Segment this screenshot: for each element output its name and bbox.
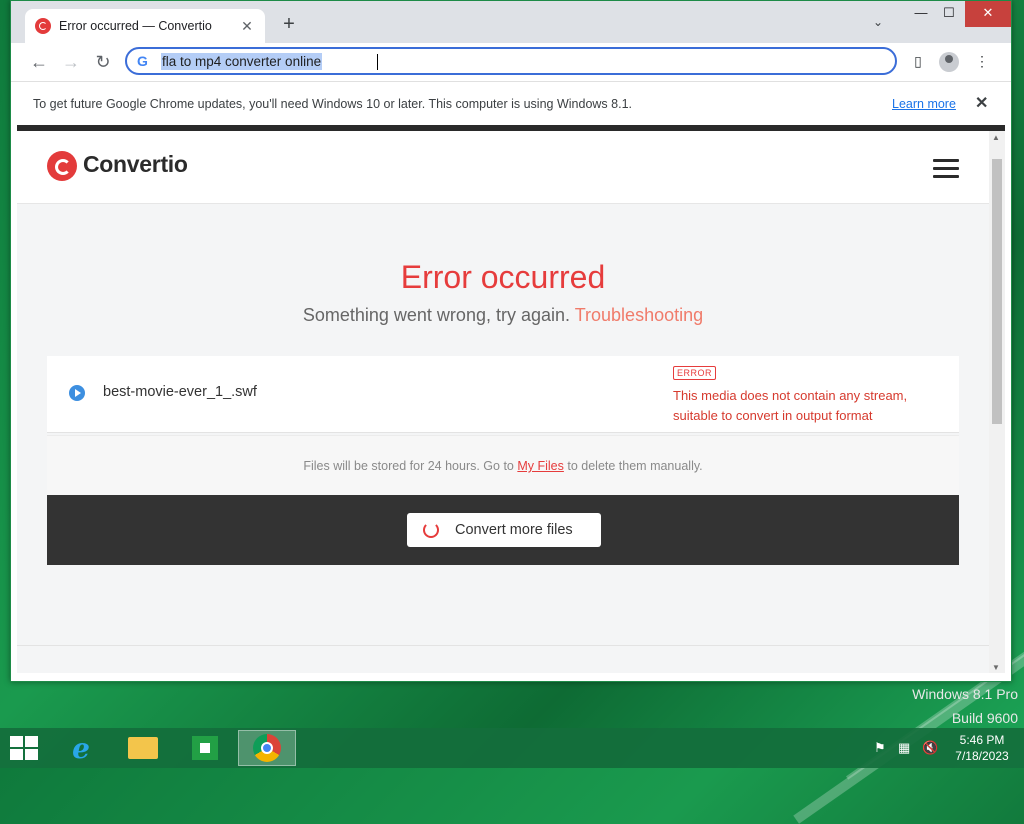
tab-search-chevron-icon[interactable]: ⌄ [873,15,883,29]
system-clock[interactable]: 5:46 PM 7/18/2023 [946,732,1018,764]
convertio-logo-icon[interactable] [47,151,77,181]
storage-note: Files will be stored for 24 hours. Go to… [47,435,959,496]
update-infobar: To get future Google Chrome updates, you… [11,81,1011,126]
error-title: Error occurred [400,259,606,295]
windows-watermark: Windows 8.1 Pro Build 9600 [912,686,1018,726]
tab-active[interactable]: Error occurred — Convertio ✕ [25,9,265,43]
watermark-line1: Windows 8.1 Pro [912,686,1018,702]
file-explorer-icon[interactable] [116,730,170,766]
internet-explorer-icon[interactable]: e [54,730,108,766]
infobar-close-icon[interactable]: ✕ [975,93,988,113]
menu-kebab-icon[interactable]: ⋮ [973,53,991,71]
scroll-down-arrow-icon[interactable]: ▼ [992,663,1000,672]
watermark-line2: Build 9600 [951,710,1018,726]
chrome-icon[interactable] [238,730,296,766]
maximize-button[interactable]: ☐ [929,1,969,27]
browser-toolbar: ← → ↻ G fla to mp4 converter online ▯ ⋮ [11,43,1011,81]
error-message: This media does not contain any stream, … [673,388,908,423]
page-divider [17,645,989,646]
volume-muted-icon[interactable]: 🔇 [922,740,938,756]
tab-close-icon[interactable]: ✕ [239,18,255,35]
site-header: Convertio [17,131,989,204]
new-tab-button[interactable]: + [277,13,301,36]
address-bar[interactable]: G fla to mp4 converter online [125,47,897,75]
convert-more-button[interactable]: Convert more files [407,513,601,547]
file-card: best-movie-ever_1_.swf ERROR This media … [47,356,959,433]
action-center-flag-icon[interactable]: ⚑ [874,740,886,756]
clock-date: 7/18/2023 [955,749,1009,763]
convert-more-bar: Convert more files [47,495,959,565]
play-icon[interactable] [69,385,85,401]
error-subtitle: Something went wrong, try again. Trouble… [17,305,989,326]
note-text-before: Files will be stored for 24 hours. Go to [303,459,514,473]
site-logo-text[interactable]: Convertio [83,151,188,178]
file-name: best-movie-ever_1_.swf [103,384,257,400]
convert-more-label: Convert more files [455,522,573,538]
infobar-message: To get future Google Chrome updates, you… [33,97,632,111]
start-windows-icon[interactable] [10,736,38,760]
text-cursor-icon [377,54,380,70]
my-files-link[interactable]: My Files [517,459,564,473]
store-icon[interactable] [178,730,232,766]
clock-time: 5:46 PM [959,733,1005,747]
reload-icon[interactable]: ↻ [91,51,115,73]
tab-title: Error occurred — Convertio [59,19,212,33]
taskbar: e ⚑ ▦ 🔇 5:46 PM 7/18/2023 [0,728,1024,768]
forward-arrow-icon[interactable]: → [59,51,83,73]
side-panel-icon[interactable]: ▯ [909,53,927,71]
google-icon: G [137,53,148,69]
hamburger-menu-icon[interactable] [933,159,959,183]
error-badge: ERROR [673,366,717,380]
tab-strip: Error occurred — Convertio ✕ + ⌄ — ☐ ✕ [11,1,1011,43]
troubleshooting-link[interactable]: Troubleshooting [575,305,703,325]
address-bar-text[interactable]: fla to mp4 converter online [161,52,323,70]
profile-avatar-icon[interactable] [939,52,959,72]
page-scrollbar[interactable]: ▲ ▼ [989,131,1005,673]
network-icon[interactable]: ▦ [898,740,910,756]
learn-more-link[interactable]: Learn more [892,97,956,111]
convertio-favicon-icon [35,18,51,34]
refresh-icon [423,522,439,538]
scroll-up-arrow-icon[interactable]: ▲ [992,133,1000,142]
back-arrow-icon[interactable]: ← [27,51,51,73]
scroll-thumb[interactable] [992,159,1002,424]
page-viewport: Convertio Error occurred Something went … [17,125,1005,673]
error-subtitle-text: Something went wrong, try again. [302,305,571,325]
note-text-after: to delete them manually. [567,459,703,473]
browser-window: Error occurred — Convertio ✕ + ⌄ — ☐ ✕ ←… [10,0,1012,682]
window-close-button[interactable]: ✕ [965,1,1011,27]
